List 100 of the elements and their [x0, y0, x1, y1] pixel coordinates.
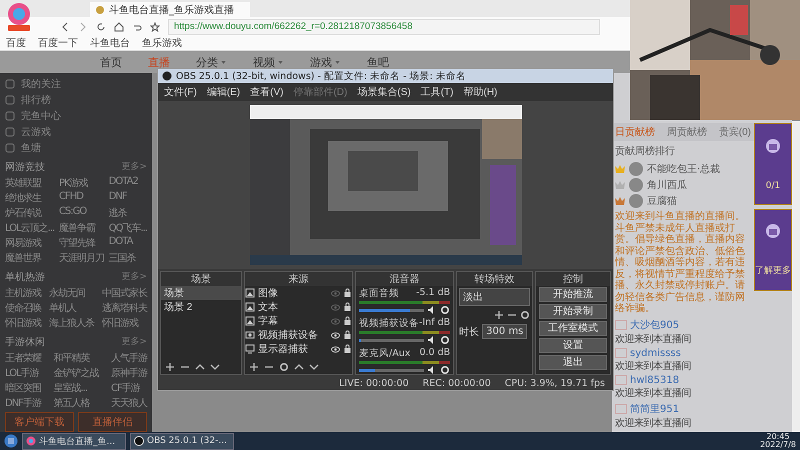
game-link[interactable]: 怀旧游戏 — [102, 316, 147, 330]
game-link[interactable]: 炉石传说 — [5, 206, 54, 220]
control-button[interactable]: 设置 — [538, 338, 608, 353]
chat-tab[interactable]: 周贡献榜 — [666, 125, 707, 139]
transition-dropdown[interactable]: 淡出 — [459, 288, 530, 306]
more-link[interactable]: 更多> — [121, 270, 147, 284]
game-link[interactable]: 中国式家长 — [102, 286, 147, 300]
eye-icon[interactable] — [331, 332, 340, 338]
game-link[interactable]: 逃离塔科夫 — [102, 301, 147, 315]
game-link[interactable]: 守望先锋 — [58, 236, 104, 250]
taskbar-item[interactable]: OBS 25.0.1 (32-... — [130, 432, 234, 450]
game-link[interactable]: 原神手游 — [111, 366, 147, 380]
user-name[interactable]: 简简里951 — [630, 402, 680, 416]
volume-slider[interactable] — [359, 368, 424, 372]
game-link[interactable]: 网易游戏 — [5, 236, 54, 250]
game-link[interactable]: 王者荣耀 — [5, 351, 41, 365]
game-link[interactable]: 逃杀 — [108, 206, 147, 220]
user-name[interactable]: hwl85318 — [630, 374, 680, 386]
chat-tab[interactable]: 日贡献榜 — [615, 125, 655, 139]
game-link[interactable]: 金铲铲之战 — [54, 366, 98, 380]
bookmark[interactable]: 百度一下 — [38, 36, 78, 50]
source-item[interactable]: 文本 — [258, 300, 328, 314]
sidebar-item[interactable]: 云游戏 — [21, 125, 51, 139]
eye-hidden-icon[interactable] — [331, 318, 340, 324]
game-link[interactable]: CFHD — [58, 191, 104, 205]
download-button[interactable]: 直播伴侣 — [78, 412, 147, 432]
download-button[interactable]: 客户端下载 — [5, 412, 74, 432]
eye-hidden-icon[interactable] — [331, 304, 340, 310]
source-item[interactable]: 字幕 — [258, 314, 328, 328]
source-item[interactable]: 显示器捕获 — [258, 342, 328, 356]
sidebar-item[interactable]: 排行榜 — [21, 93, 51, 107]
menu-item[interactable]: 帮助(H) — [463, 85, 498, 99]
nav-link[interactable]: 鱼吧 — [367, 54, 389, 70]
sidebar-item[interactable]: 鱼塘 — [21, 141, 41, 155]
game-link[interactable]: 三国杀 — [108, 251, 147, 265]
game-link[interactable]: CF手游 — [111, 381, 147, 395]
scrollbar[interactable] — [792, 121, 800, 432]
game-link[interactable]: 人气手游 — [111, 351, 147, 365]
bookmark[interactable]: 百度 — [6, 36, 26, 50]
source-item[interactable]: 视频捕获设备 — [258, 328, 328, 342]
game-link[interactable]: 主机游戏 — [5, 286, 41, 300]
more-link[interactable]: 更多> — [121, 335, 147, 349]
eye-icon[interactable] — [331, 346, 340, 352]
game-link[interactable]: DNF — [108, 191, 147, 205]
volume-slider[interactable] — [359, 308, 424, 312]
nav-link[interactable]: 视频 — [253, 54, 284, 70]
nav-link[interactable]: 直播 — [148, 54, 170, 70]
sidebar-item[interactable]: 我的关注 — [21, 77, 61, 91]
taskbar-item[interactable]: 斗鱼电台直播_鱼... — [22, 432, 126, 450]
game-link[interactable]: CS:GO — [58, 206, 104, 220]
user-name[interactable]: 大沙包905 — [630, 318, 680, 332]
bookmark[interactable]: 鱼乐游戏 — [142, 36, 182, 50]
game-link[interactable]: LOL手游 — [5, 366, 41, 380]
user-name[interactable]: sydmissss — [630, 348, 681, 358]
game-link[interactable]: 绝地求生 — [5, 191, 54, 205]
game-link[interactable]: QQ飞车... — [108, 221, 147, 235]
menu-item[interactable]: 文件(F) — [164, 85, 197, 99]
sidebar-item[interactable]: 完鱼中心 — [21, 109, 61, 123]
game-link[interactable]: 使命召唤 — [5, 301, 41, 315]
eye-hidden-icon[interactable] — [331, 290, 340, 296]
volume-slider[interactable] — [359, 338, 424, 342]
game-link[interactable]: 魔兽世界 — [5, 251, 54, 265]
menu-item[interactable]: 工具(T) — [420, 85, 454, 99]
nav-link[interactable]: 游戏 — [310, 54, 341, 70]
menu-item[interactable]: 编辑(E) — [206, 85, 240, 99]
browser-tab[interactable]: 斗鱼电台直播_鱼乐游戏直播 — [90, 2, 250, 17]
chat-tab[interactable]: 贵宾(0) — [718, 125, 751, 139]
game-link[interactable]: 第五人格 — [54, 396, 98, 410]
control-button[interactable]: 开始推流 — [538, 287, 608, 302]
nav-link[interactable]: 分类 — [196, 54, 227, 70]
menu-item[interactable]: 查看(V) — [250, 85, 284, 99]
game-link[interactable]: 英雄联盟 — [5, 176, 54, 190]
scene-item[interactable]: 场景 2 — [161, 300, 242, 314]
game-link[interactable]: 暗区突围 — [5, 381, 41, 395]
bookmark[interactable]: 斗鱼电台 — [90, 36, 130, 50]
game-link[interactable]: 天涯明月刀 — [58, 251, 104, 265]
promo-card[interactable]: 了解更多 — [754, 209, 792, 291]
nav-link[interactable]: 首页 — [100, 54, 122, 70]
control-button[interactable]: 工作室模式 — [538, 321, 608, 336]
game-link[interactable]: DOTA2 — [108, 176, 147, 190]
control-button[interactable]: 开始录制 — [538, 304, 608, 319]
game-link[interactable]: PK游戏 — [58, 176, 104, 190]
duration-field[interactable]: 300 ms — [482, 324, 528, 339]
game-link[interactable]: 皇室战... — [54, 381, 98, 395]
game-link[interactable]: 怀旧游戏 — [5, 316, 41, 330]
game-link[interactable]: DNF手游 — [5, 396, 41, 410]
more-link[interactable]: 更多> — [121, 160, 147, 174]
source-item[interactable]: 图像 — [258, 286, 328, 300]
control-button[interactable]: 退出 — [538, 355, 608, 370]
game-link[interactable]: 单机人 — [49, 301, 94, 315]
game-link[interactable]: LOL云顶之... — [5, 221, 54, 235]
menu-item[interactable]: 场景集合(S) — [357, 85, 411, 99]
promo-card[interactable]: 0/1 — [754, 123, 792, 205]
game-link[interactable]: 和平精英 — [54, 351, 98, 365]
address-field[interactable]: https://www.douyu.com/662262_r=0.2812187073856458 — [168, 18, 600, 34]
scene-item[interactable]: 场景 — [161, 286, 242, 300]
game-link[interactable]: 魔兽争霸 — [58, 221, 104, 235]
game-link[interactable]: 天天狼人 — [111, 396, 147, 410]
game-link[interactable]: 海上狼人杀 — [49, 316, 94, 330]
game-link[interactable]: DOTA — [108, 236, 147, 250]
